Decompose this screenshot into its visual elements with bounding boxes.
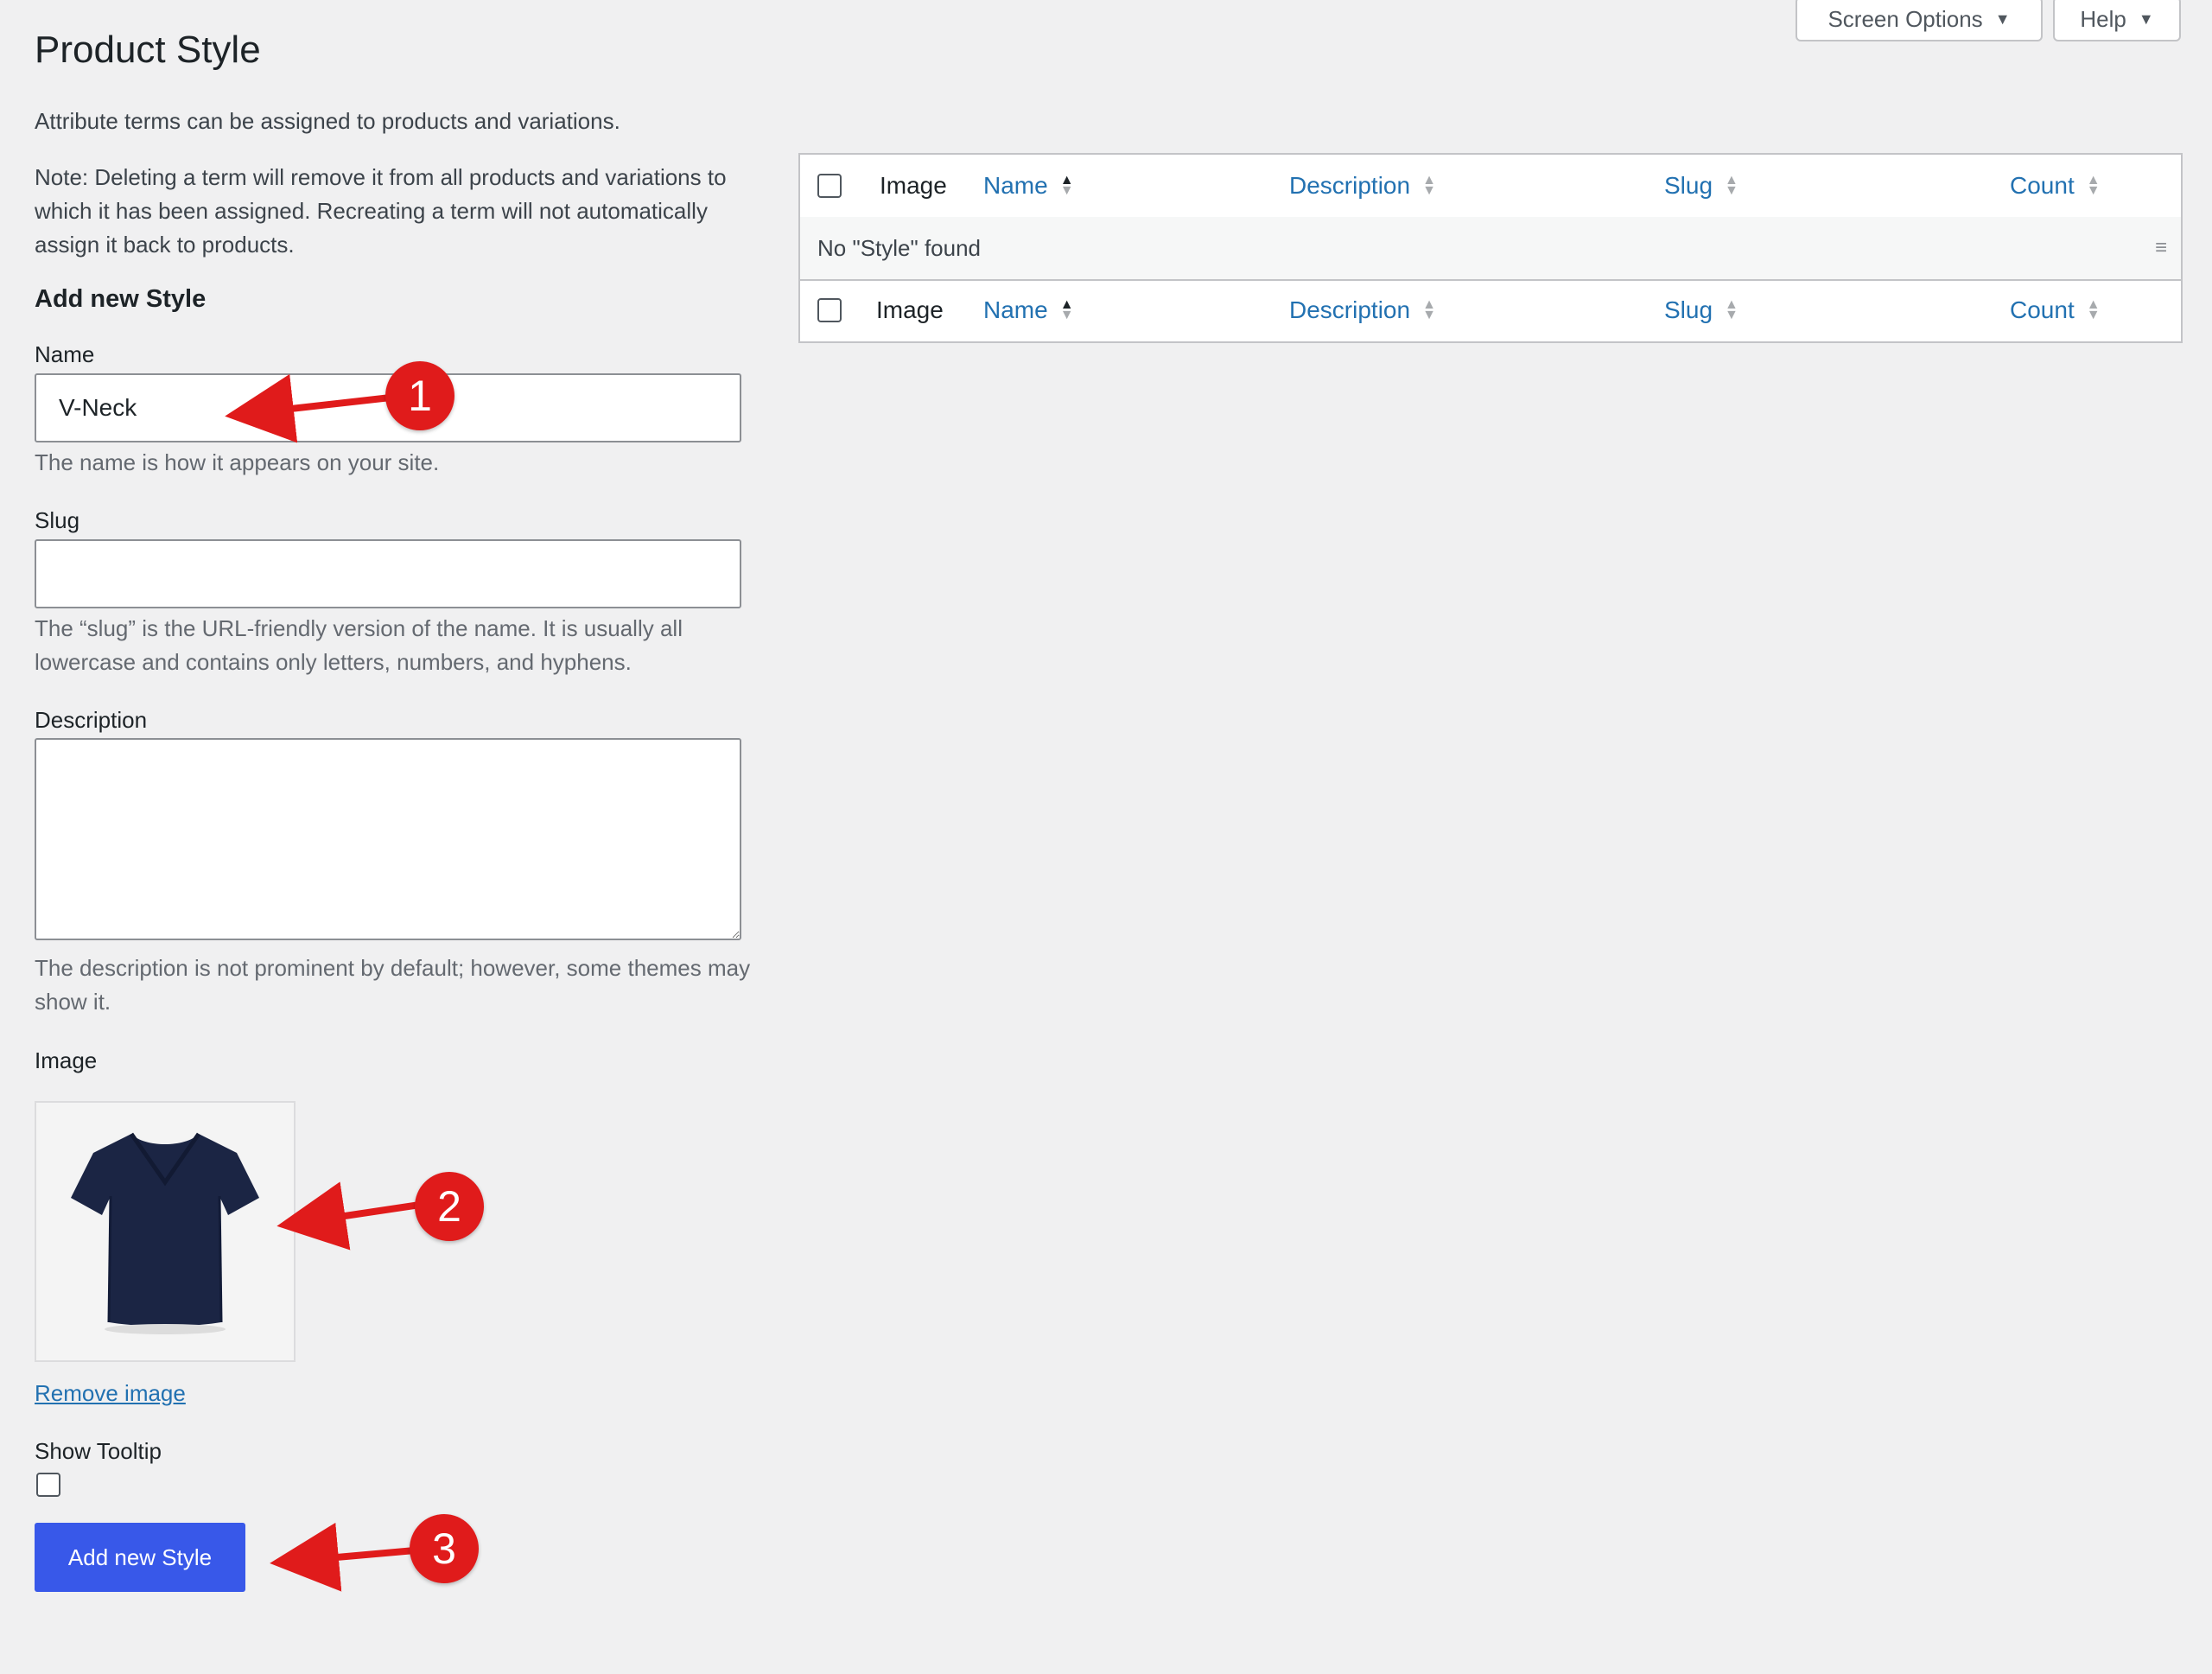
arrow-3-icon (270, 1522, 416, 1592)
arrow-2-icon (276, 1181, 421, 1251)
annotation-arrows (225, 373, 421, 1592)
annotation-marker-2: 2 (415, 1172, 484, 1241)
annotation-marker-1: 1 (385, 361, 454, 430)
annotation-marker-3: 3 (410, 1514, 479, 1583)
arrow-1-icon (225, 373, 391, 443)
